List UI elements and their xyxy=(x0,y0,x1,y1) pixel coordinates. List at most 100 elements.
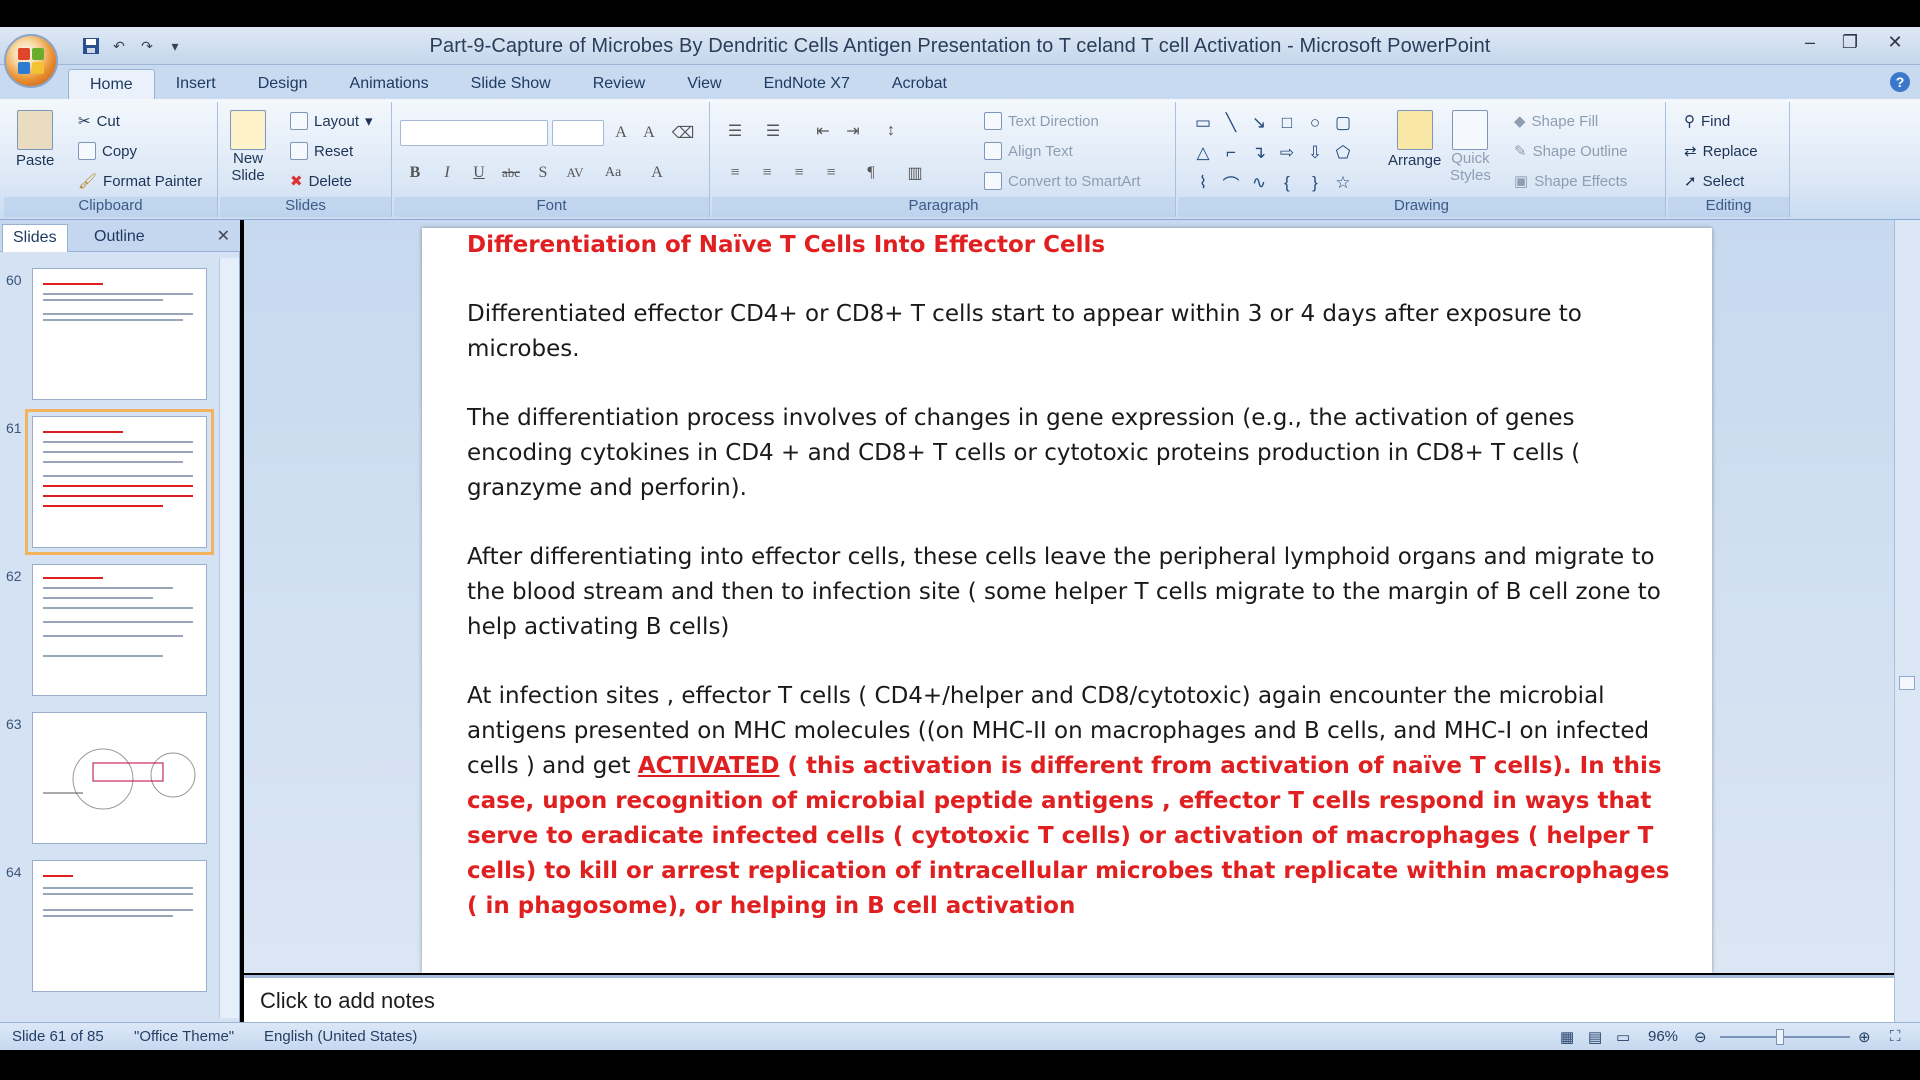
rounded-rect-shape-icon[interactable]: ▢ xyxy=(1332,112,1354,134)
tab-home[interactable]: Home xyxy=(68,69,155,99)
close-icon[interactable]: ✕ xyxy=(1870,27,1920,57)
character-spacing-icon[interactable]: AV xyxy=(562,160,588,186)
increase-indent-icon[interactable]: ⇥ xyxy=(840,118,866,144)
delete-icon: ✖ xyxy=(290,173,303,190)
shape-fill-button[interactable]: ◆ Shape Fill xyxy=(1514,112,1598,131)
change-case-icon[interactable]: Aa xyxy=(600,160,626,186)
line-spacing-icon[interactable]: ↕ xyxy=(878,118,904,144)
right-brace-icon[interactable]: } xyxy=(1304,172,1326,194)
slide-sorter-icon[interactable]: ▤ xyxy=(1588,1028,1602,1046)
paste-button[interactable]: Paste xyxy=(16,110,54,169)
format-painter-button[interactable]: 🖌 Format Painter xyxy=(78,172,202,191)
fit-to-window-icon[interactable]: ⛶ xyxy=(1890,1028,1901,1045)
rtl-icon[interactable]: ¶ xyxy=(858,160,884,186)
tab-outline[interactable]: Outline xyxy=(84,224,155,252)
clear-formatting-icon[interactable]: ⌫ xyxy=(670,120,696,146)
align-center-icon[interactable]: ≡ xyxy=(754,160,780,186)
new-slide-button[interactable]: New Slide xyxy=(230,110,266,184)
normal-view-icon[interactable]: ▦ xyxy=(1560,1028,1574,1046)
font-name-combobox[interactable] xyxy=(400,120,548,146)
notes-pane[interactable]: Click to add notes xyxy=(244,975,1894,1025)
pentagon-shape-icon[interactable]: ⬠ xyxy=(1332,142,1354,164)
elbow-connector-icon[interactable]: ⌐ xyxy=(1220,142,1242,164)
restore-icon[interactable]: ❐ xyxy=(1830,27,1870,57)
strikethrough-icon[interactable]: abc xyxy=(498,160,524,186)
zoom-in-icon[interactable]: ⊕ xyxy=(1858,1028,1871,1046)
align-text-button[interactable]: Align Text xyxy=(984,142,1073,160)
tab-insert[interactable]: Insert xyxy=(155,69,237,99)
cut-button[interactable]: ✂ Cut xyxy=(78,112,120,131)
slide-thumbnail[interactable] xyxy=(32,564,207,696)
zoom-slider[interactable] xyxy=(1720,1036,1850,1038)
freeform-shape-icon[interactable]: ⌇ xyxy=(1192,172,1214,194)
elbow-arrow-icon[interactable]: ↴ xyxy=(1248,142,1270,164)
text-shadow-icon[interactable]: S xyxy=(530,160,556,186)
zoom-level[interactable]: 96% xyxy=(1648,1028,1678,1045)
align-right-icon[interactable]: ≡ xyxy=(786,160,812,186)
down-arrow-shape-icon[interactable]: ⇩ xyxy=(1304,142,1326,164)
tab-slides[interactable]: Slides xyxy=(2,224,68,252)
language-indicator[interactable]: English (United States) xyxy=(264,1028,417,1045)
bold-icon[interactable]: B xyxy=(402,160,428,186)
arc-shape-icon[interactable]: ⌒ xyxy=(1220,172,1242,195)
columns-icon[interactable]: ▥ xyxy=(902,160,928,186)
arrow-line-shape-icon[interactable]: ↘ xyxy=(1248,112,1270,134)
numbering-icon[interactable]: ☰ xyxy=(760,118,786,144)
slide-show-icon[interactable]: ▭ xyxy=(1616,1028,1630,1046)
minimize-icon[interactable]: – xyxy=(1790,27,1830,57)
delete-button[interactable]: ✖ Delete xyxy=(290,172,352,191)
slide-canvas[interactable]: Differentiation of Naïve T Cells Into Ef… xyxy=(422,228,1712,973)
reset-button[interactable]: Reset xyxy=(290,142,353,160)
justify-icon[interactable]: ≡ xyxy=(818,160,844,186)
decrease-indent-icon[interactable]: ⇤ xyxy=(810,118,836,144)
tab-view[interactable]: View xyxy=(666,69,742,99)
layout-button[interactable]: Layout ▾ xyxy=(290,112,373,130)
grow-font-icon[interactable]: A xyxy=(608,120,634,146)
tab-endnote[interactable]: EndNote X7 xyxy=(743,69,871,99)
zoom-out-icon[interactable]: ⊖ xyxy=(1694,1028,1707,1046)
italic-icon[interactable]: I xyxy=(434,160,460,186)
slide-scrollbar[interactable] xyxy=(1894,220,1920,1025)
tab-animations[interactable]: Animations xyxy=(329,69,450,99)
convert-smartart-button[interactable]: Convert to SmartArt xyxy=(984,172,1141,190)
shape-effects-button[interactable]: ▣ Shape Effects xyxy=(1514,172,1627,191)
copy-button[interactable]: Copy xyxy=(78,142,137,160)
slide-thumbnail[interactable] xyxy=(32,268,207,400)
zoom-slider-thumb[interactable] xyxy=(1776,1029,1784,1045)
slide-thumbnail-selected[interactable] xyxy=(25,409,214,555)
underline-icon[interactable]: U xyxy=(466,160,492,186)
rectangle-shape-icon[interactable]: □ xyxy=(1276,112,1298,134)
select-button[interactable]: ➚ Select xyxy=(1684,172,1744,191)
quick-styles-button[interactable]: Quick Styles xyxy=(1450,110,1491,184)
star-shape-icon[interactable]: ☆ xyxy=(1332,172,1354,194)
slide-text-placeholder[interactable]: Differentiation of Naïve T Cells Into Ef… xyxy=(467,228,1672,958)
align-left-icon[interactable]: ≡ xyxy=(722,160,748,186)
tab-slide-show[interactable]: Slide Show xyxy=(450,69,572,99)
shape-outline-button[interactable]: ✎ Shape Outline xyxy=(1514,142,1628,161)
office-button[interactable] xyxy=(4,34,58,88)
slide-thumbnail[interactable] xyxy=(32,712,207,844)
line-shape-icon[interactable]: ╲ xyxy=(1220,112,1242,134)
shrink-font-icon[interactable]: A xyxy=(636,120,662,146)
slide-thumbnail[interactable] xyxy=(32,860,207,992)
left-brace-icon[interactable]: { xyxy=(1276,172,1298,194)
scroll-thumb[interactable] xyxy=(1899,676,1915,690)
triangle-shape-icon[interactable]: △ xyxy=(1192,142,1214,164)
bullets-icon[interactable]: ☰ xyxy=(722,118,748,144)
textbox-shape-icon[interactable]: ▭ xyxy=(1192,112,1214,134)
pane-scrollbar[interactable] xyxy=(219,258,239,1018)
tab-acrobat[interactable]: Acrobat xyxy=(871,69,968,99)
replace-button[interactable]: ⇄ Replace xyxy=(1684,142,1758,161)
find-button[interactable]: ⚲ Find xyxy=(1684,112,1730,131)
oval-shape-icon[interactable]: ○ xyxy=(1304,112,1326,134)
arrange-button[interactable]: Arrange xyxy=(1388,110,1441,169)
right-arrow-shape-icon[interactable]: ⇨ xyxy=(1276,142,1298,164)
help-icon[interactable]: ? xyxy=(1890,72,1910,92)
tab-design[interactable]: Design xyxy=(237,69,329,99)
text-direction-button[interactable]: Text Direction xyxy=(984,112,1099,130)
close-icon[interactable]: ✕ xyxy=(217,226,230,246)
tab-review[interactable]: Review xyxy=(572,69,666,99)
font-size-combobox[interactable] xyxy=(552,120,604,146)
font-color-icon[interactable]: A xyxy=(644,160,670,186)
curve-shape-icon[interactable]: ∿ xyxy=(1248,172,1270,194)
